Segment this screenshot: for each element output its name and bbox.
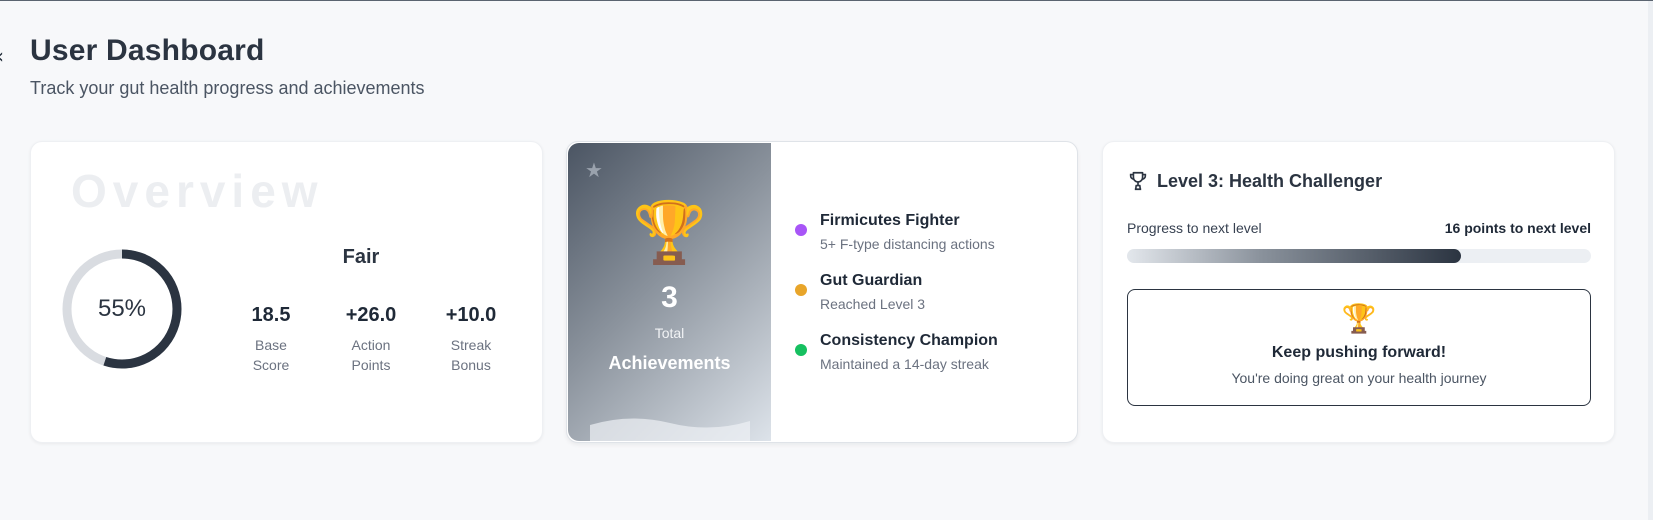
score-percent: 55% [97, 295, 147, 322]
achievement-dot [795, 344, 807, 356]
motivation-title: Keep pushing forward! [1271, 344, 1447, 361]
stat-value: +26.0 [345, 304, 397, 326]
progress-labels: Progress to next level 16 points to next… [1127, 220, 1591, 236]
achievement-description: Reached Level 3 [820, 296, 926, 312]
star-icon: ★ [585, 160, 603, 182]
level-progress-bar [1127, 249, 1591, 263]
list-item[interactable]: Firmicutes Fighter 5+ F-type distancing … [795, 212, 998, 272]
overview-card: Overview 55% Fair 18.5 Base Score +26.0 A… [30, 141, 543, 443]
points-to-next-level: 16 points to next level [1444, 220, 1591, 236]
motivation-subtitle: You're doing great on your health journe… [1231, 370, 1487, 386]
score-ring: 55% [59, 246, 185, 372]
achievement-dot [795, 224, 807, 236]
page-subtitle: Track your gut health progress and achie… [30, 78, 425, 98]
top-border [0, 0, 1653, 1]
stat-action-points: +26.0 Action Points [321, 304, 421, 375]
motivation-box: 🏆 Keep pushing forward! You're doing gre… [1127, 289, 1591, 406]
list-item[interactable]: Gut Guardian Reached Level 3 [795, 272, 998, 332]
trophy-icon [1129, 171, 1147, 191]
trophy-icon: 🏆 [632, 199, 707, 266]
scrollbar[interactable] [1648, 1, 1653, 520]
achievements-count: 3 [661, 281, 678, 314]
level-header: Level 3: Health Challenger [1127, 170, 1382, 192]
stat-value: 18.5 [251, 304, 291, 326]
level-progress-fill [1127, 249, 1462, 263]
achievement-name: Consistency Champion [820, 332, 998, 349]
achievements-title: Achievements [608, 353, 731, 373]
stat-label: Base Score [252, 337, 290, 373]
trophy-icon: 🏆 [1341, 303, 1377, 334]
achievement-name: Firmicutes Fighter [820, 212, 960, 229]
achievements-summary-panel: ★ 🏆 3 Total Achievements [568, 143, 771, 441]
stat-label: Action Points [351, 337, 391, 373]
achievements-card: ★ 🏆 3 Total Achievements Firmicutes Figh… [566, 141, 1078, 443]
progress-label: Progress to next level [1127, 220, 1262, 236]
overview-watermark: Overview [71, 165, 324, 217]
list-item[interactable]: Consistency Champion Maintained a 14-day… [795, 332, 998, 392]
level-title: Level 3: Health Challenger [1157, 170, 1383, 191]
achievement-description: 5+ F-type distancing actions [820, 236, 995, 252]
level-card: Level 3: Health Challenger Progress to n… [1102, 141, 1615, 443]
wave-decoration [590, 418, 750, 441]
achievement-description: Maintained a 14-day streak [820, 356, 989, 372]
page-header: User Dashboard Track your gut health pro… [30, 34, 425, 99]
score-status: Fair [342, 246, 380, 268]
stat-value: +10.0 [445, 304, 497, 326]
achievement-dot [795, 284, 807, 296]
achievements-list: Firmicutes Fighter 5+ F-type distancing … [795, 212, 998, 392]
stat-label: Streak Bonus [450, 337, 492, 373]
stat-streak-bonus: +10.0 Streak Bonus [421, 304, 521, 375]
achievements-total-label: Total [654, 325, 685, 341]
achievement-name: Gut Guardian [820, 272, 923, 289]
chevron-left-icon[interactable]: ‹ [0, 44, 4, 68]
page-title: User Dashboard [30, 34, 265, 67]
score-breakdown: 18.5 Base Score +26.0 Action Points +10.0 … [221, 304, 521, 375]
stat-base-score: 18.5 Base Score [221, 304, 321, 375]
